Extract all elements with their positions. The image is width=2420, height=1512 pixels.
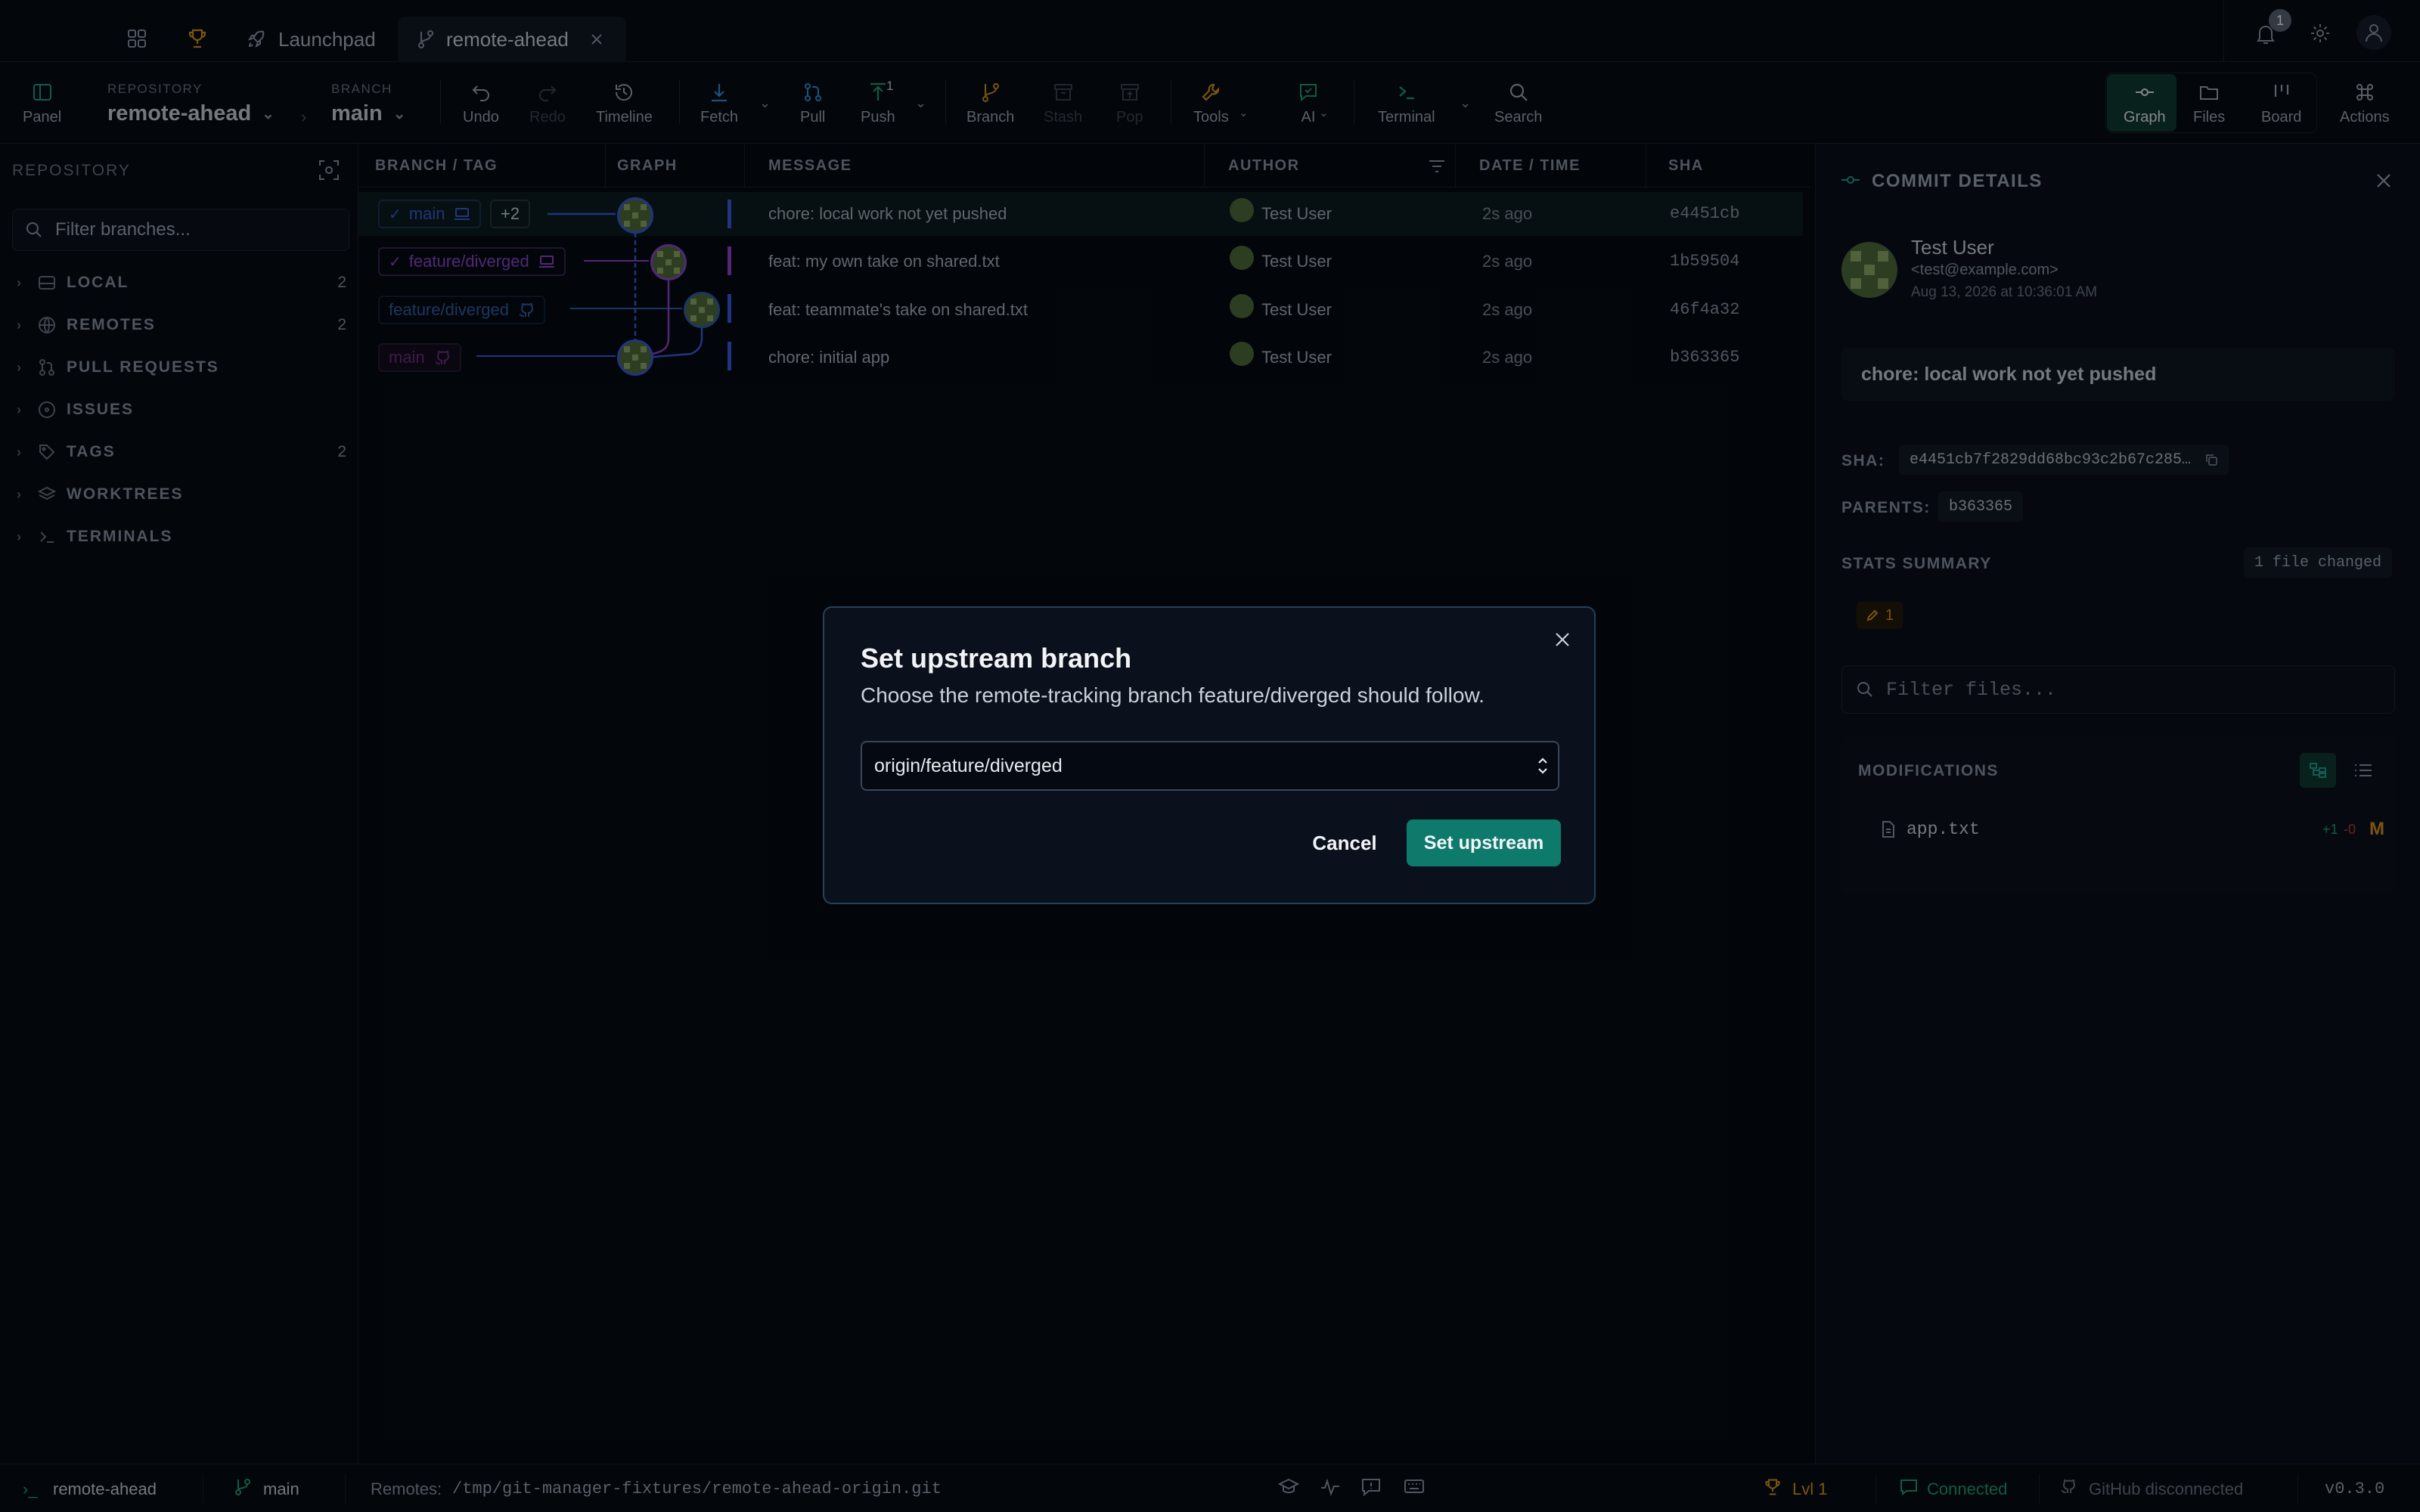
cancel-button[interactable]: Cancel	[1298, 820, 1392, 866]
upstream-select-value: origin/feature/diverged	[874, 754, 1063, 776]
close-icon[interactable]	[1553, 631, 1571, 649]
dialog-description: Choose the remote-tracking branch featur…	[861, 683, 1485, 707]
dialog-title: Set upstream branch	[861, 643, 1132, 674]
upstream-select[interactable]: origin/feature/diverged	[861, 741, 1559, 791]
chevron-up-down-icon	[1537, 756, 1549, 776]
set-upstream-button[interactable]: Set upstream	[1407, 820, 1561, 866]
set-upstream-dialog: Set upstream branch Choose the remote-tr…	[823, 606, 1596, 904]
